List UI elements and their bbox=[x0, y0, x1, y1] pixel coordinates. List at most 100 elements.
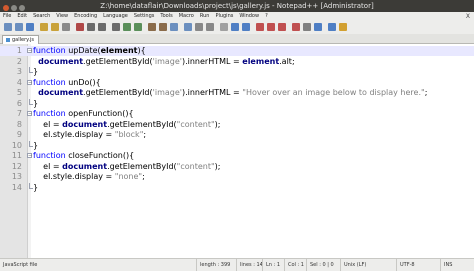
code-line[interactable]: 5 document.getElementById('image').inner… bbox=[0, 88, 474, 98]
code-line[interactable]: 2 document.getElementById('image').inner… bbox=[0, 57, 474, 67]
code-line[interactable]: 8 el = document.getElementById("content"… bbox=[0, 120, 474, 130]
code-token: function bbox=[33, 46, 69, 55]
toolbar-button-icon[interactable] bbox=[170, 23, 178, 31]
code-text: function openFunction(){ bbox=[33, 109, 134, 119]
code-token: el.style.display = bbox=[33, 172, 115, 181]
tab-gallery-js[interactable]: gallery.js bbox=[2, 35, 39, 44]
toolbar-button-icon[interactable] bbox=[292, 23, 300, 31]
line-number: 3 bbox=[16, 67, 22, 76]
menu-item-window[interactable]: Window bbox=[236, 12, 262, 21]
toolbar-button-icon[interactable] bbox=[76, 23, 84, 31]
code-token: .alt; bbox=[279, 56, 295, 66]
code-text: el = document.getElementById("content"); bbox=[33, 162, 220, 172]
menu-item-macro[interactable]: Macro bbox=[176, 12, 197, 21]
toolbar-button-icon[interactable] bbox=[15, 23, 23, 31]
code-text: el.style.display = "block"; bbox=[33, 130, 146, 140]
code-token: ; bbox=[424, 88, 428, 97]
menu-item-view[interactable]: View bbox=[53, 12, 71, 21]
code-line[interactable]: 1− function upDate(element){ bbox=[0, 46, 474, 56]
code-token: ); bbox=[214, 161, 221, 171]
code-editor[interactable]: 1− function upDate(element){2 document.ge… bbox=[0, 44, 474, 258]
toolbar-button-icon[interactable] bbox=[278, 23, 286, 31]
menu-item-language[interactable]: Language bbox=[100, 12, 131, 21]
menu-item-encoding[interactable]: Encoding bbox=[71, 12, 100, 21]
toolbar-button-icon[interactable] bbox=[123, 23, 131, 31]
code-token: upDate( bbox=[68, 46, 101, 55]
code-token: el.style.display = bbox=[33, 130, 115, 139]
code-line[interactable]: 7− function openFunction(){ bbox=[0, 109, 474, 119]
code-token: "block" bbox=[114, 130, 144, 139]
toolbar-button-icon[interactable] bbox=[206, 23, 214, 31]
toolbar-button-icon[interactable] bbox=[339, 23, 347, 31]
code-token: ; bbox=[142, 172, 145, 181]
lines-info: lines : 14 bbox=[236, 259, 263, 271]
menu-item-plugins[interactable]: Plugins bbox=[212, 12, 236, 21]
close-document-button[interactable]: X bbox=[466, 12, 470, 21]
menu-item-help[interactable]: ? bbox=[262, 12, 271, 21]
fold-toggle-icon[interactable]: − bbox=[27, 79, 32, 85]
line-number: 9 bbox=[16, 130, 22, 139]
code-token: "none" bbox=[114, 172, 143, 181]
code-token: 'image' bbox=[152, 56, 182, 66]
toolbar-button-icon[interactable] bbox=[242, 23, 250, 31]
menu-item-file[interactable]: File bbox=[0, 12, 14, 21]
code-token: ); bbox=[214, 119, 221, 129]
code-token: document bbox=[38, 56, 84, 66]
menu-item-search[interactable]: Search bbox=[30, 12, 53, 21]
code-line[interactable]: 14} bbox=[0, 182, 474, 193]
line-number: 13 bbox=[11, 172, 22, 181]
col-info: Col : 1 bbox=[284, 259, 304, 271]
code-line[interactable]: 12 el = document.getElementById("content… bbox=[0, 162, 474, 172]
code-token: "content" bbox=[176, 161, 215, 171]
fold-toggle-icon[interactable]: − bbox=[27, 48, 32, 54]
toolbar-button-icon[interactable] bbox=[62, 23, 70, 31]
code-line[interactable]: 13 el.style.display = "none"; bbox=[0, 172, 474, 182]
toolbar-button-icon[interactable] bbox=[220, 23, 228, 31]
line-number: 5 bbox=[16, 88, 22, 97]
toolbar-button-icon[interactable] bbox=[184, 23, 192, 31]
line-number: 11 bbox=[11, 151, 22, 160]
toolbar-button-icon[interactable] bbox=[159, 23, 167, 31]
menu-item-run[interactable]: Run bbox=[197, 12, 213, 21]
menu-item-settings[interactable]: Settings bbox=[131, 12, 158, 21]
line-number: 2 bbox=[16, 56, 22, 66]
toolbar-button-icon[interactable] bbox=[51, 23, 59, 31]
toolbar-button-icon[interactable] bbox=[303, 23, 311, 31]
toolbar-button-icon[interactable] bbox=[26, 23, 34, 31]
toolbar-button-icon[interactable] bbox=[134, 23, 142, 31]
code-line[interactable]: 4− function unDo(){ bbox=[0, 78, 474, 88]
code-token: .getElementById( bbox=[83, 56, 153, 66]
toolbar-button-icon[interactable] bbox=[98, 23, 106, 31]
code-line[interactable]: 10} bbox=[0, 140, 474, 151]
code-token: } bbox=[33, 67, 39, 76]
eol-info: Unix (LF) bbox=[340, 259, 366, 271]
toolbar-button-icon[interactable] bbox=[4, 23, 12, 31]
toolbar-button-icon[interactable] bbox=[87, 23, 95, 31]
menu-item-edit[interactable]: Edit bbox=[14, 12, 30, 21]
toolbar-button-icon[interactable] bbox=[148, 23, 156, 31]
line-number: 1 bbox=[16, 46, 22, 55]
code-token: ).innerHTML = bbox=[181, 56, 243, 66]
toolbar-button-icon[interactable] bbox=[328, 23, 336, 31]
toolbar-button-icon[interactable] bbox=[40, 23, 48, 31]
code-line[interactable]: 11− function closeFunction(){ bbox=[0, 151, 474, 161]
line-number: 12 bbox=[11, 161, 22, 171]
code-line[interactable]: 9 el.style.display = "block"; bbox=[0, 130, 474, 140]
toolbar-button-icon[interactable] bbox=[314, 23, 322, 31]
toolbar-button-icon[interactable] bbox=[256, 23, 264, 31]
window-title: Z:\home\dataflair\Downloads\project\js\g… bbox=[100, 2, 374, 10]
code-line[interactable]: 6} bbox=[0, 98, 474, 109]
menu-item-tools[interactable]: Tools bbox=[157, 12, 175, 21]
fold-toggle-icon[interactable]: − bbox=[27, 153, 32, 159]
toolbar-button-icon[interactable] bbox=[195, 23, 203, 31]
toolbar-button-icon[interactable] bbox=[267, 23, 275, 31]
code-line[interactable]: 3} bbox=[0, 67, 474, 77]
fold-toggle-icon[interactable]: − bbox=[27, 111, 32, 117]
code-token: ).innerHTML = bbox=[181, 88, 243, 97]
tab-label: gallery.js bbox=[12, 37, 34, 43]
code-token: .getElementById( bbox=[107, 161, 177, 171]
code-token: } bbox=[33, 140, 39, 150]
toolbar-button-icon[interactable] bbox=[112, 23, 120, 31]
code-text: } bbox=[33, 141, 38, 151]
toolbar-button-icon[interactable] bbox=[231, 23, 239, 31]
